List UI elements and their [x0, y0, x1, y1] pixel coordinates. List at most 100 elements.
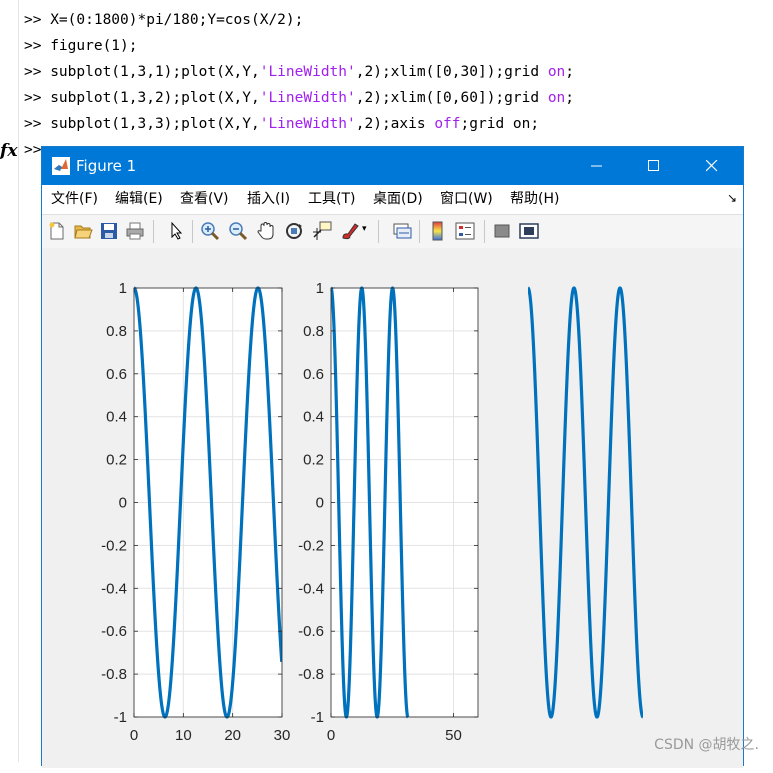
zoom-out-icon[interactable] [228, 221, 248, 241]
y-tick-label: 0.4 [106, 409, 127, 426]
y-tick-label: 0.2 [106, 452, 127, 469]
maximize-button[interactable] [625, 147, 683, 185]
y-tick-label: 0.2 [303, 452, 324, 469]
command-window-gutter [0, 0, 19, 762]
new-figure-icon[interactable] [47, 221, 67, 241]
y-tick-label: -0.2 [298, 537, 324, 554]
x-tick-label: 10 [175, 727, 192, 744]
y-tick-label: 0 [119, 495, 127, 512]
y-tick-label: -1 [311, 709, 324, 726]
y-tick-label: 0.6 [303, 366, 324, 383]
y-tick-label: -1 [114, 709, 127, 726]
command-text: ; [565, 90, 575, 106]
open-file-icon[interactable] [73, 221, 93, 241]
command-text: ,2);xlim([0,30]);grid [355, 64, 548, 80]
command-prompt: >> [24, 64, 42, 80]
toolbar-separator [484, 220, 485, 243]
subplot-3 [528, 286, 643, 719]
y-tick-label: 1 [316, 280, 324, 297]
hide-plot-tools-icon[interactable] [492, 221, 512, 241]
figure-canvas[interactable]: -1 -0.8 -0.6 -0.4 -0.2 0 0.2 0.4 0.6 0.8 1 0 10 20 30-… [42, 248, 743, 768]
brush-dropdown-icon[interactable]: ▾ [362, 223, 367, 234]
y-tick-label: 0.6 [106, 366, 127, 383]
x-tick-label: 0 [130, 727, 138, 744]
command-prompt: >> [24, 12, 42, 28]
x-tick-label: 20 [224, 727, 241, 744]
link-plot-icon[interactable] [392, 221, 412, 241]
print-icon[interactable] [125, 221, 145, 241]
minimize-button[interactable] [568, 147, 626, 185]
figure-title: Figure 1 [76, 157, 137, 175]
command-text: X=(0:1800)*pi/180;Y=cos(X/2); [41, 12, 304, 28]
brush-icon[interactable] [340, 221, 360, 241]
close-button[interactable] [683, 147, 741, 185]
y-tick-label: 1 [119, 280, 127, 297]
fx-icon[interactable]: fx [0, 141, 17, 161]
menu-tools[interactable]: 工具(T) [308, 185, 355, 214]
menu-help[interactable]: 帮助(H) [510, 185, 559, 214]
command-text: ,2);axis [355, 116, 435, 132]
string-literal: 'LineWidth' [259, 116, 356, 132]
y-tick-label: -0.2 [101, 537, 127, 554]
subplot-2: -1 -0.8 -0.6 -0.4 -0.2 0 0.2 0.4 0.6 0.8 1 0 50 [298, 280, 479, 744]
legend-icon[interactable] [455, 221, 475, 241]
toolbar-separator [153, 220, 154, 243]
show-plot-tools-icon[interactable] [519, 221, 539, 241]
command-prompt[interactable]: >> [24, 137, 41, 163]
plot-svg[interactable]: -1-0.8-0.6-0.4-0.200.20.40.60.810 10 20 30-… [42, 248, 743, 768]
x-tick-label: 50 [445, 727, 462, 744]
y-tick-label: -0.6 [298, 623, 324, 640]
y-tick-label: -0.8 [298, 666, 324, 683]
y-tick-label: -0.4 [298, 580, 324, 597]
command-line: >> X=(0:1800)*pi/180;Y=cos(X/2); [24, 7, 303, 33]
menu-desktop[interactable]: 桌面(D) [373, 185, 423, 214]
y-tick-label: -0.8 [101, 666, 127, 683]
command-line: >> figure(1); [24, 33, 138, 59]
command-text: subplot(1,3,3);plot(X,Y, [41, 116, 260, 132]
x-tick-label: 0 [327, 727, 335, 744]
menu-window[interactable]: 窗口(W) [440, 185, 493, 214]
menu-insert[interactable]: 插入(I) [247, 185, 290, 214]
rotate-3d-icon[interactable] [284, 221, 304, 241]
command-text: ;grid on; [460, 116, 540, 132]
maximize-icon [648, 160, 659, 171]
command-prompt: >> [24, 38, 42, 54]
matlab-icon [52, 157, 70, 175]
figure-menubar: 文件(F) 编辑(E) 查看(V) 插入(I) 工具(T) 桌面(D) 窗口(W… [42, 185, 743, 214]
figure-titlebar[interactable]: Figure 1 [42, 147, 743, 185]
toolbar-separator [378, 220, 379, 243]
command-prompt: >> [24, 90, 42, 106]
menu-file[interactable]: 文件(F) [51, 185, 98, 214]
command-line: >> subplot(1,3,1);plot(X,Y,'LineWidth',2… [24, 59, 574, 85]
menu-view[interactable]: 查看(V) [180, 185, 229, 214]
y-tick-label: 0 [316, 495, 324, 512]
data-cursor-icon[interactable] [312, 221, 332, 241]
y-tick-label: -0.6 [101, 623, 127, 640]
series-line-cos [528, 286, 643, 719]
menu-edit[interactable]: 编辑(E) [115, 185, 163, 214]
zoom-in-icon[interactable] [200, 221, 220, 241]
colorbar-icon[interactable] [428, 221, 448, 241]
command-text: figure(1); [41, 38, 138, 54]
keyword-literal: on [547, 64, 566, 80]
y-tick-label: -0.4 [101, 580, 127, 597]
command-text: ; [565, 64, 575, 80]
toolbar-separator [192, 220, 193, 243]
command-line: >> subplot(1,3,3);plot(X,Y,'LineWidth',2… [24, 111, 539, 137]
dock-icon[interactable]: ↘ [727, 191, 737, 205]
save-icon[interactable] [99, 221, 119, 241]
command-text: subplot(1,3,1);plot(X,Y, [41, 64, 260, 80]
command-prompt: >> [24, 116, 42, 132]
x-tick-label: 30 [274, 727, 291, 744]
csdn-watermark: CSDN @胡牧之. [654, 737, 759, 753]
minimize-icon [591, 165, 602, 167]
y-tick-label: 0.4 [303, 409, 324, 426]
pan-icon[interactable] [256, 221, 276, 241]
figure-toolbar: ▾ [42, 214, 743, 249]
string-literal: 'LineWidth' [259, 64, 356, 80]
figure-window[interactable]: Figure 1 文件(F) 编辑(E) 查看(V) 插入(I) 工具(T) 桌… [41, 146, 744, 768]
command-text: subplot(1,3,2);plot(X,Y, [41, 90, 260, 106]
command-text: ,2);xlim([0,60]);grid [355, 90, 548, 106]
pointer-icon[interactable] [167, 221, 187, 241]
keyword-literal: off [434, 116, 461, 132]
